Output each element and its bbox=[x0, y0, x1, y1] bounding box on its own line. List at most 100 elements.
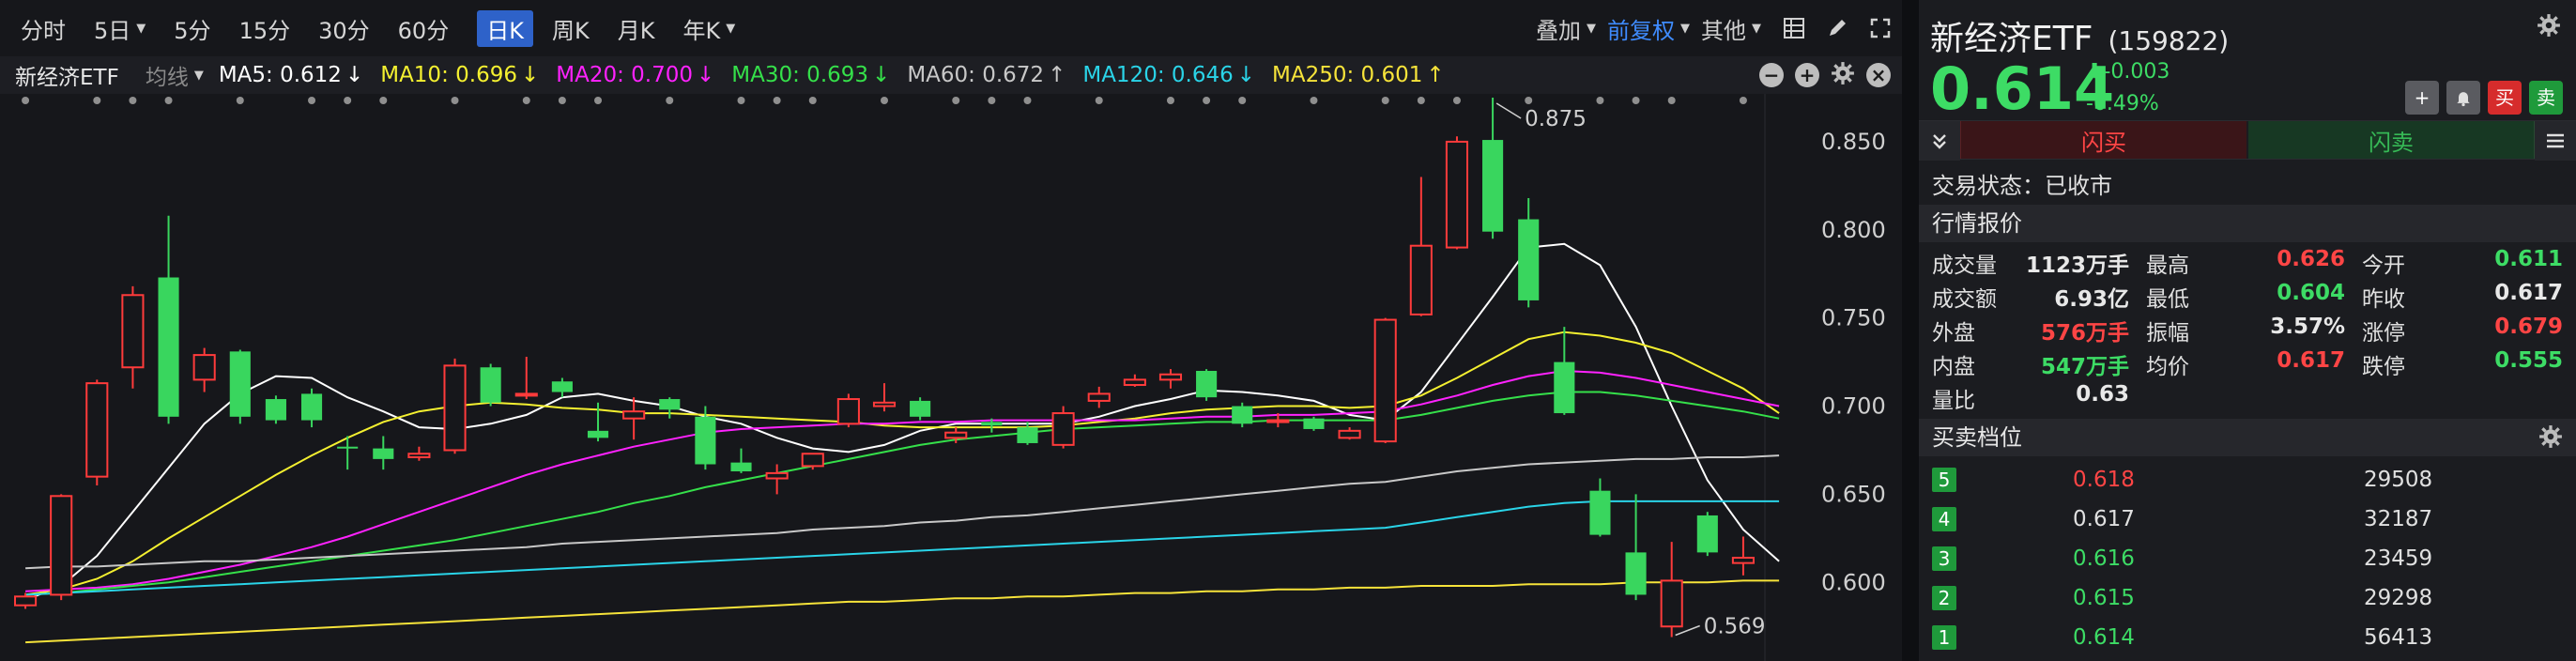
candle-body bbox=[1660, 579, 1683, 628]
gear-icon[interactable] bbox=[2537, 13, 2561, 41]
ma-legend-bar: 新经济ETF 均线 ▼ MA5: 0.612 ↓ MA10: 0.696 ↓ MA20: … bbox=[0, 56, 1902, 94]
period-tab[interactable]: 分时 bbox=[21, 12, 66, 45]
event-marker-dot bbox=[236, 97, 244, 104]
ma-legend-item[interactable]: MA250: 0.601 ↑ bbox=[1272, 63, 1445, 87]
ma-legend-item[interactable]: MA10: 0.696 ↓ bbox=[380, 63, 539, 87]
event-marker-dot bbox=[988, 97, 996, 104]
book-price: 0.614 bbox=[2073, 625, 2135, 650]
gear-icon[interactable] bbox=[2538, 424, 2563, 453]
panel-divider[interactable] bbox=[1902, 0, 1919, 661]
ma-legend-label: MA30: 0.693 bbox=[731, 63, 869, 87]
ma-trend-arrow: ↓ bbox=[520, 63, 540, 87]
ma-legend-item[interactable]: MA120: 0.646 ↓ bbox=[1082, 63, 1255, 87]
event-marker-dot bbox=[1310, 97, 1318, 104]
quote-title: 新经济ETF (159822) bbox=[1930, 11, 2229, 60]
quote-cell: 外盘 576万手 bbox=[1932, 315, 2129, 346]
ma-trend-arrow: ↑ bbox=[1048, 63, 1066, 87]
pen-icon[interactable] bbox=[1825, 16, 1849, 40]
kline-chart[interactable]: 0.850 0.800 0.750 0.700 0.650 0.600 0.875 0.569 bbox=[0, 94, 1902, 661]
order-book-row[interactable]: 5 0.618 29508 bbox=[1932, 460, 2563, 500]
ma-line-ma120 bbox=[25, 500, 1780, 596]
layout-icon[interactable] bbox=[1782, 16, 1806, 40]
order-book-row[interactable]: 3 0.616 23459 bbox=[1932, 539, 2563, 578]
period-tab[interactable]: 月K bbox=[618, 12, 655, 45]
ma-legend-item[interactable]: MA5: 0.612 ↓ bbox=[219, 63, 363, 87]
period-tab[interactable]: 30分 bbox=[318, 12, 370, 45]
ma-trend-arrow: ↑ bbox=[1426, 63, 1445, 87]
bell-icon[interactable] bbox=[2446, 81, 2480, 115]
period-label: 15分 bbox=[238, 17, 291, 44]
buy-button[interactable]: 买 bbox=[2488, 81, 2522, 115]
quote-label: 成交量 bbox=[1932, 254, 1997, 278]
quote-value: 0.617 bbox=[2277, 348, 2345, 373]
candle-body bbox=[192, 354, 216, 381]
period-tab[interactable]: 15分 bbox=[239, 12, 291, 45]
ma-legend-item[interactable]: MA60: 0.672 ↑ bbox=[907, 63, 1066, 87]
arrow-down-icon: ⬇ bbox=[2086, 60, 2104, 84]
sell-button[interactable]: 卖 bbox=[2529, 81, 2563, 115]
low-annotation: 0.569 bbox=[1704, 614, 1766, 638]
gear-icon[interactable] bbox=[1831, 61, 1855, 89]
ma-legend-item[interactable]: MA30: 0.693 ↓ bbox=[731, 63, 890, 87]
event-marker-dot bbox=[1238, 97, 1247, 104]
fullscreen-icon[interactable] bbox=[1868, 16, 1893, 40]
quote-label: 外盘 bbox=[1932, 321, 1975, 346]
menu-icon[interactable] bbox=[2535, 121, 2576, 161]
book-level-badge: 4 bbox=[1932, 507, 1956, 531]
add-watchlist-icon[interactable]: + bbox=[2405, 81, 2439, 115]
quote-label: 跌停 bbox=[2362, 355, 2405, 379]
plus-icon[interactable]: + bbox=[1795, 63, 1819, 87]
book-level-badge: 1 bbox=[1932, 625, 1956, 650]
minus-icon[interactable]: − bbox=[1759, 63, 1784, 87]
candle-body bbox=[407, 453, 431, 458]
book-section-header: 买卖档位 bbox=[1919, 419, 2576, 456]
order-book-row[interactable]: 4 0.617 32187 bbox=[1932, 500, 2563, 539]
quote-cell: 内盘 547万手 bbox=[1932, 348, 2129, 380]
period-tab[interactable]: 60分 bbox=[398, 12, 450, 45]
period-tab[interactable]: 5分 bbox=[174, 12, 210, 45]
flash-sell-button[interactable]: 闪卖 bbox=[2247, 121, 2535, 159]
chart-toolbar: 叠加 ▼ 前复权 ▼ 其他 ▼ bbox=[1536, 0, 1902, 56]
quote-row: 内盘 547万手 均价 0.617 跌停 0.555 bbox=[1932, 347, 2563, 381]
quote-value: 0.611 bbox=[2494, 247, 2563, 271]
order-book-row[interactable]: 1 0.614 56413 bbox=[1932, 618, 2563, 657]
period-label: 5日 bbox=[94, 17, 131, 44]
adjust-dropdown[interactable]: 前复权 ▼ bbox=[1607, 12, 1690, 45]
period-label: 5分 bbox=[174, 17, 211, 44]
quote-grid: 成交量 1123万手 最高 0.626 今开 0.611 成交额 6.93亿 最低 0.604 昨收… bbox=[1932, 246, 2563, 415]
period-tab[interactable]: 周K bbox=[552, 12, 590, 45]
candle-body bbox=[622, 410, 646, 420]
candle-body bbox=[695, 416, 716, 465]
quote-row: 成交额 6.93亿 最低 0.604 昨收 0.617 bbox=[1932, 280, 2563, 314]
period-tab[interactable]: 5日 ▼ bbox=[94, 12, 146, 45]
candle-body bbox=[1409, 244, 1433, 315]
candle-body bbox=[514, 392, 538, 397]
candle-body bbox=[480, 367, 501, 403]
candle-body bbox=[1303, 418, 1325, 429]
quote-cell: 成交量 1123万手 bbox=[1932, 247, 2129, 279]
period-tab[interactable]: 日K bbox=[477, 9, 533, 47]
flash-buy-button[interactable]: 闪买 bbox=[1960, 121, 2247, 159]
chevron-down-icon: ▼ bbox=[1680, 21, 1690, 36]
period-tab[interactable]: 年K ▼ bbox=[682, 12, 735, 45]
candle-body bbox=[765, 471, 789, 480]
overlay-dropdown[interactable]: 叠加 ▼ bbox=[1536, 12, 1596, 45]
event-marker-dot bbox=[808, 97, 817, 104]
y-tick-label: 0.600 bbox=[1821, 569, 1886, 595]
book-price: 0.615 bbox=[2073, 586, 2135, 610]
close-icon[interactable]: × bbox=[1866, 63, 1891, 87]
quote-cell: 最低 0.604 bbox=[2129, 281, 2345, 313]
other-dropdown[interactable]: 其他 ▼ bbox=[1701, 12, 1761, 45]
chevron-down-icon: ▼ bbox=[1752, 21, 1761, 36]
quote-cell: 量比 0.63 bbox=[1932, 382, 2129, 414]
ma-type-dropdown[interactable]: 均线 ▼ bbox=[146, 59, 204, 91]
y-tick-label: 0.650 bbox=[1821, 481, 1886, 507]
event-marker-dot bbox=[1596, 97, 1604, 104]
ma-legend-item[interactable]: MA20: 0.700 ↓ bbox=[556, 63, 714, 87]
order-book-row[interactable]: 2 0.615 29298 bbox=[1932, 578, 2563, 618]
collapse-icon[interactable] bbox=[1919, 121, 1960, 161]
candle-body bbox=[981, 422, 1003, 426]
event-marker-dot bbox=[344, 97, 352, 104]
event-marker-dot bbox=[129, 97, 137, 104]
book-section-label: 买卖档位 bbox=[1932, 424, 2022, 451]
